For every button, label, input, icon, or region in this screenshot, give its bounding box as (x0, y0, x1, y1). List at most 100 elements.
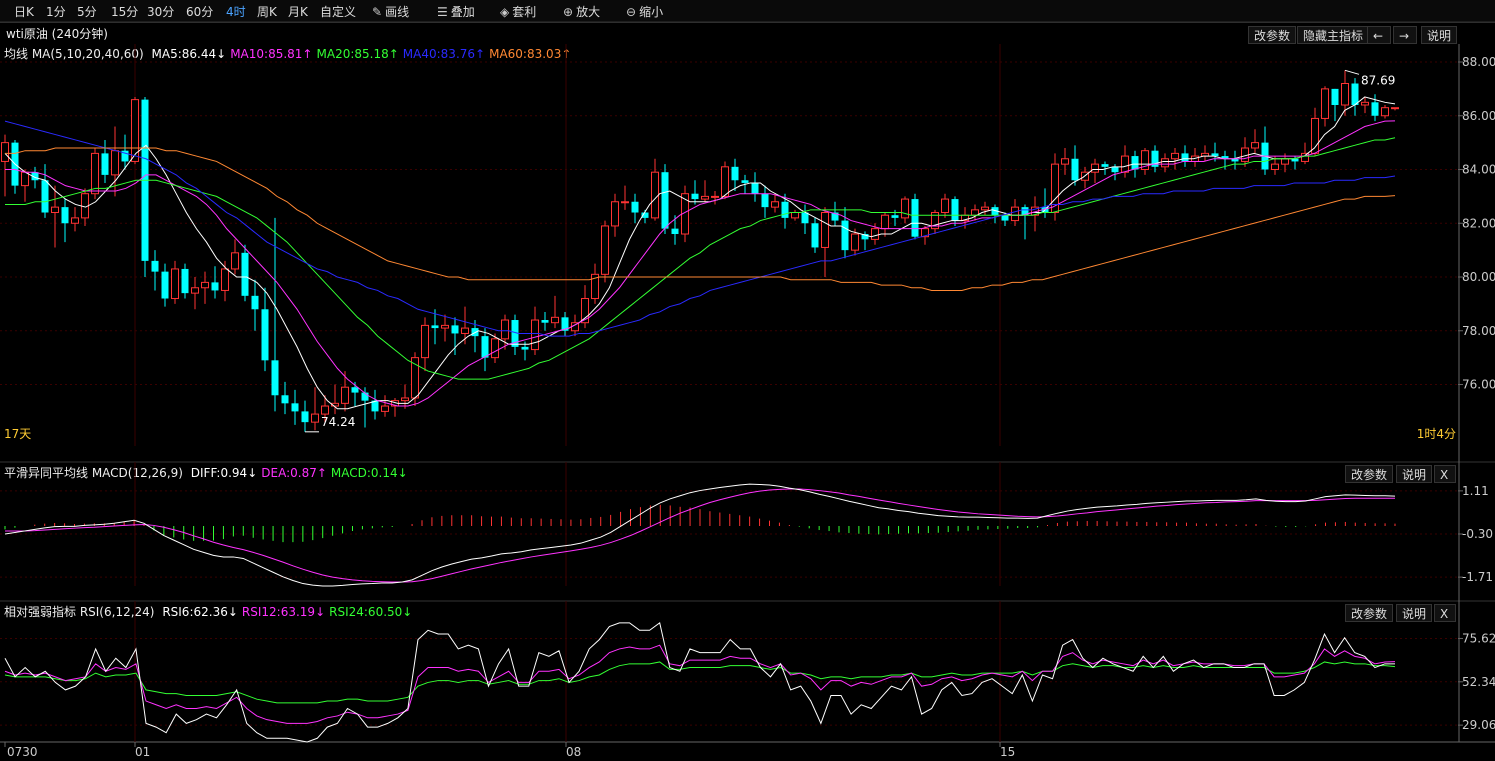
zoom-in-icon: ⊕ (563, 5, 574, 19)
candle-body (1361, 101, 1369, 106)
candle-body (1341, 83, 1349, 106)
period-tab-3[interactable]: 15分 (111, 3, 138, 20)
hide-main-indicator-button[interactable]: 隐藏主指标 (1297, 26, 1370, 44)
main-help-button[interactable]: 说明 (1421, 26, 1458, 44)
rsi-help-button[interactable]: 说明 (1396, 604, 1433, 622)
macd-dea-line (5, 488, 1395, 583)
macd-y-tick-label: 1.11 (1462, 484, 1489, 498)
candle-body (851, 233, 859, 251)
candle-body (261, 309, 269, 361)
ma-value-3: MA40:83.76↑ (402, 47, 486, 61)
rsi-y-tick-label: 29.06 (1462, 718, 1495, 732)
period-tab-4[interactable]: 30分 (147, 3, 174, 20)
rsi-close-button[interactable]: X (1434, 604, 1456, 622)
candle-body (1211, 153, 1219, 157)
period-tab-2[interactable]: 5分 (77, 3, 97, 20)
candle-body (481, 336, 489, 358)
candle-body (451, 325, 459, 334)
candle-body (1241, 147, 1249, 162)
candle-body (1131, 156, 1139, 170)
candle-body (41, 180, 49, 213)
candle-body (571, 322, 579, 332)
candle-body (31, 172, 39, 181)
rsi-y-tick-label: 52.34 (1462, 675, 1495, 689)
candle-body (461, 327, 469, 334)
macd-close-button[interactable]: X (1434, 465, 1456, 483)
ma-value-2: MA20:85.18↑ (316, 47, 399, 61)
tool-0-button[interactable]: ✎ 画线 (372, 3, 409, 20)
candle-body (1101, 164, 1109, 167)
candle-body (511, 320, 519, 347)
candle-body (1121, 155, 1129, 173)
rsi-label: 相对强弱指标 RSI(6,12,24) (4, 605, 155, 619)
tool-1-button[interactable]: ☰ 叠加 (437, 3, 475, 20)
period-tab-6[interactable]: 4时 (226, 3, 246, 20)
scroll-right-button[interactable]: → (1393, 26, 1417, 44)
rsi-params-button[interactable]: 改参数 (1345, 604, 1394, 622)
period-tab-7[interactable]: 周K (257, 3, 277, 20)
macd-legend: 平滑异同平均线 MACD(12,26,9) DIFF:0.94↓ DEA:0.87… (4, 464, 1464, 482)
candle-body (721, 166, 729, 197)
days-span-label: 17天 (4, 427, 31, 441)
candle-body (1151, 150, 1159, 167)
candle-body (701, 195, 709, 200)
main-chart-title: wti原油 (240分钟) (6, 27, 108, 41)
ma-line-ma10 (5, 120, 1396, 407)
pen-icon: ✎ (372, 5, 383, 19)
min-price-label: 74.24 (321, 415, 355, 429)
candle-body (991, 207, 999, 216)
tool-3-button[interactable]: ⊕ 放大 (563, 3, 600, 20)
candle-body (1191, 155, 1199, 162)
macd-label: 平滑异同平均线 MACD(12,26,9) (4, 466, 183, 480)
period-tab-5[interactable]: 60分 (186, 3, 213, 20)
candle-body (1081, 171, 1089, 181)
period-tab-8[interactable]: 月K (288, 3, 308, 20)
candle-body (791, 212, 799, 219)
candle-body (861, 234, 869, 240)
candle-body (141, 99, 149, 261)
candle-body (391, 400, 399, 407)
y-tick-label: 80.00 (1462, 270, 1495, 284)
candle-body (501, 319, 509, 340)
period-tab-1[interactable]: 1分 (46, 3, 66, 20)
candle-body (71, 217, 79, 224)
candle-body (281, 395, 289, 404)
candle-body (1221, 156, 1229, 159)
y-tick-label: 84.00 (1462, 163, 1495, 177)
macd-y-tick-label: -0.30 (1462, 527, 1493, 541)
candle-body (371, 400, 379, 412)
candle-body (211, 282, 219, 291)
candle-body (901, 198, 909, 219)
candle-body (1041, 207, 1049, 213)
candle-body (131, 99, 139, 162)
macd-value-0: DIFF:0.94↓ (190, 466, 258, 480)
candle-body (691, 193, 699, 200)
period-tab-9[interactable]: 自定义 (320, 3, 356, 20)
zoom-out-icon: ⊖ (626, 5, 637, 19)
candle-body (1031, 206, 1039, 216)
ma-line-ma40 (4, 120, 1396, 337)
y-tick-label: 82.00 (1462, 216, 1495, 230)
tool-label: 画线 (385, 5, 410, 19)
candle-body (1321, 88, 1329, 119)
candle-body (271, 360, 279, 396)
macd-help-button[interactable]: 说明 (1396, 465, 1433, 483)
candle-body (81, 193, 89, 219)
scroll-left-button[interactable]: ← (1367, 26, 1391, 44)
period-tab-0[interactable]: 日K (14, 3, 34, 20)
tool-2-button[interactable]: ◈ 套利 (500, 3, 536, 20)
candle-body (301, 411, 309, 423)
candle-body (1011, 206, 1019, 222)
candle-body (1111, 166, 1119, 173)
candle-body (1271, 163, 1279, 171)
rsi24-line (4, 661, 1396, 704)
candle-body (681, 193, 689, 235)
tool-4-button[interactable]: ⊖ 缩小 (626, 3, 663, 20)
main-params-button[interactable]: 改参数 (1248, 26, 1297, 44)
price-chart-area[interactable]: 88.00 86.00 84.00 82.00 80.00 78.00 76.00 87.69… (0, 0, 1495, 761)
candle-body (1351, 83, 1359, 106)
candle-body (931, 212, 939, 230)
macd-params-button[interactable]: 改参数 (1345, 465, 1394, 483)
y-tick-label: 86.00 (1462, 109, 1495, 123)
rsi-value-0: RSI6:62.36↓ (162, 605, 238, 619)
